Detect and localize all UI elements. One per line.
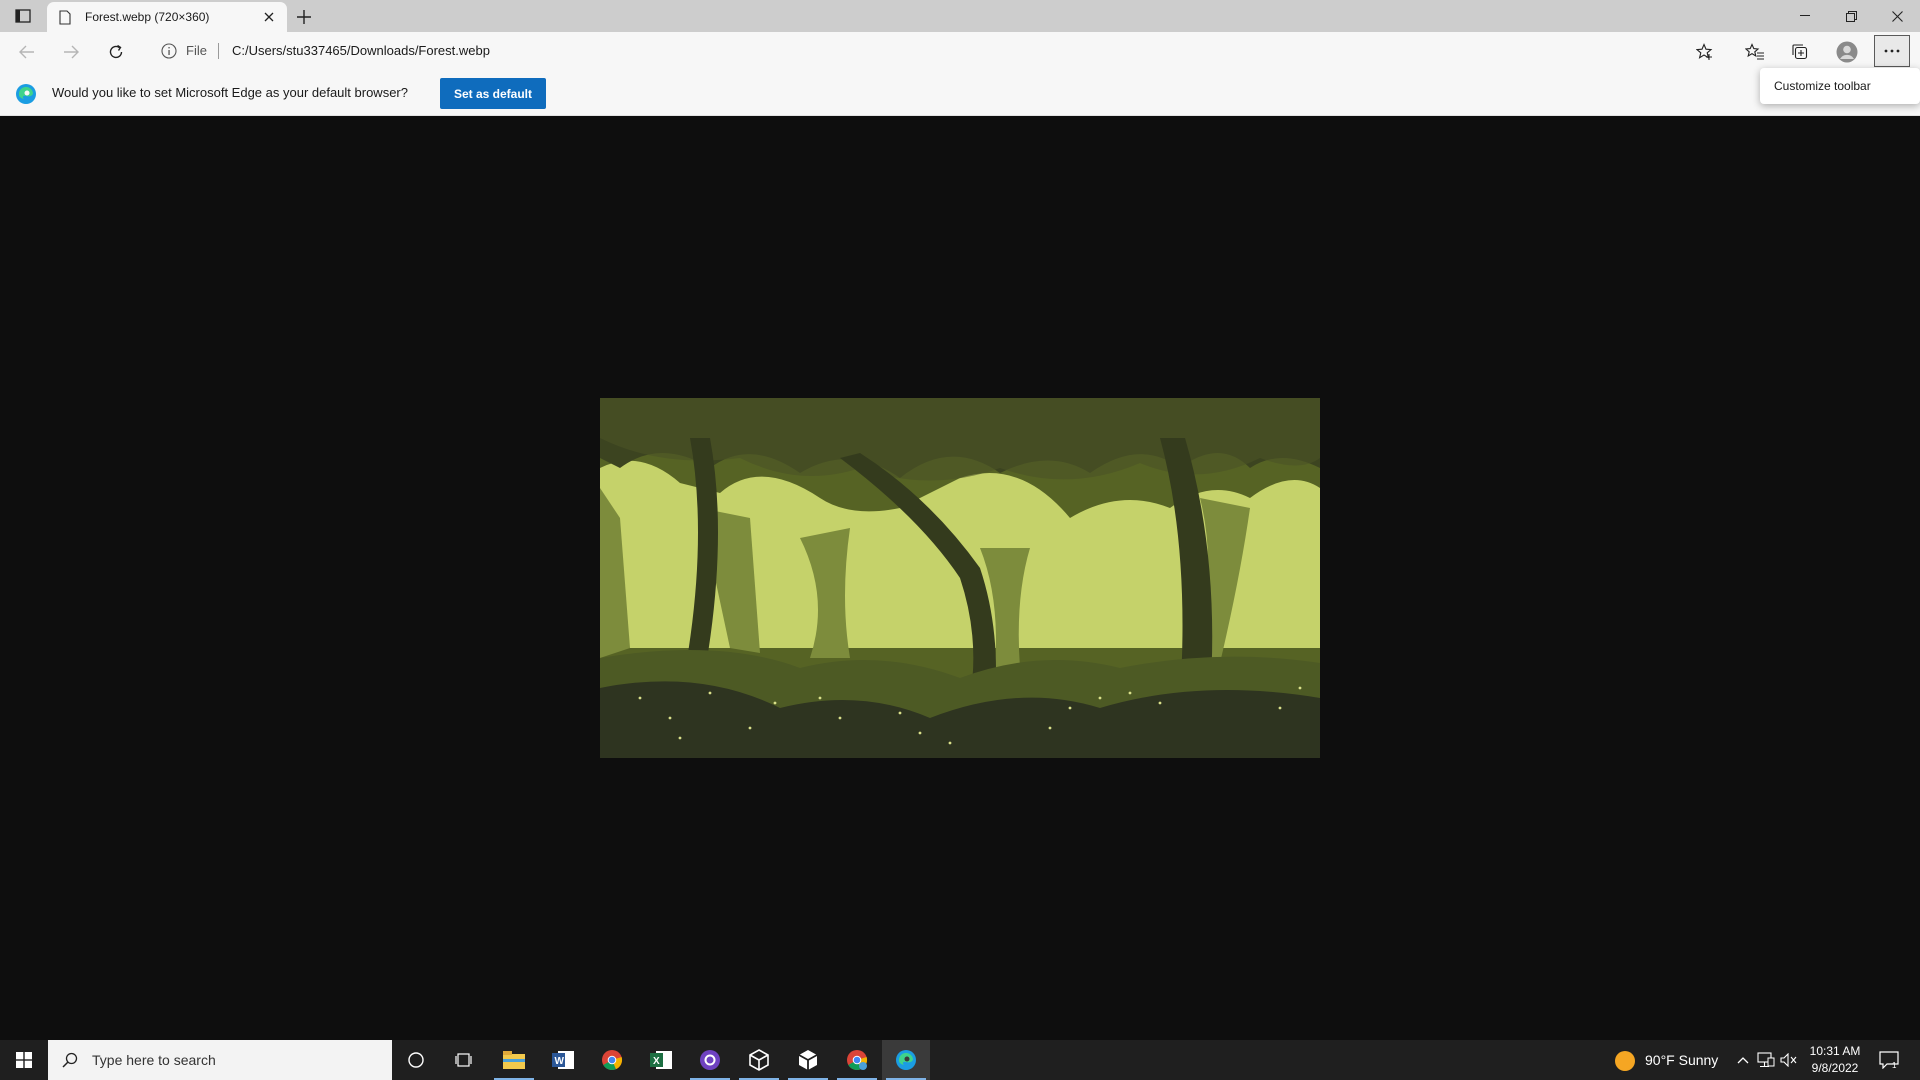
close-window-icon[interactable] [1874, 0, 1920, 32]
infobar-message: Would you like to set Microsoft Edge as … [52, 85, 408, 100]
task-view-icon[interactable] [440, 1040, 488, 1080]
notification-center-icon[interactable]: 1 [1876, 1048, 1902, 1072]
new-tab-icon[interactable] [292, 5, 316, 29]
weather-sun-icon[interactable] [1615, 1051, 1635, 1071]
file-icon [59, 8, 75, 26]
volume-muted-icon[interactable] [1780, 1050, 1798, 1070]
taskbar-clock[interactable]: 10:31 AM 9/8/2022 [1800, 1043, 1870, 1077]
unity-hub-icon[interactable] [784, 1040, 832, 1080]
show-hidden-icons-icon[interactable] [1734, 1050, 1752, 1070]
taskbar: Type here to search W X 90°F Sunny 10:31… [0, 1040, 1920, 1080]
minimize-icon[interactable] [1782, 0, 1828, 32]
address-separator [218, 43, 219, 59]
network-icon[interactable] [1757, 1050, 1775, 1070]
profile-avatar-icon[interactable] [1832, 37, 1862, 67]
svg-text:W: W [555, 1056, 565, 1067]
address-scheme-label[interactable]: File [186, 43, 207, 58]
favorites-icon[interactable] [1740, 37, 1770, 67]
search-icon [60, 1050, 80, 1070]
toolbar: File C:/Users/stu337465/Downloads/Forest… [0, 32, 1920, 70]
refresh-icon[interactable] [101, 37, 131, 67]
default-browser-infobar: Would you like to set Microsoft Edge as … [0, 70, 1920, 116]
search-placeholder: Type here to search [92, 1052, 216, 1068]
edge-taskbar-icon[interactable] [882, 1040, 930, 1080]
active-tab[interactable]: Forest.webp (720×360) [47, 2, 287, 32]
tab-title: Forest.webp (720×360) [85, 10, 210, 24]
clock-date: 9/8/2022 [1811, 1061, 1859, 1075]
tab-strip: Forest.webp (720×360) [0, 0, 1920, 32]
back-icon[interactable] [12, 37, 42, 67]
set-as-default-button[interactable]: Set as default [440, 78, 546, 109]
address-bar[interactable]: C:/Users/stu337465/Downloads/Forest.webp [232, 43, 490, 58]
close-tab-icon[interactable] [257, 5, 281, 29]
github-desktop-icon[interactable] [686, 1040, 734, 1080]
tab-actions-icon[interactable] [12, 6, 34, 26]
chrome-icon[interactable] [588, 1040, 636, 1080]
chrome-profile-icon[interactable] [833, 1040, 881, 1080]
windows-start-icon[interactable] [0, 1040, 48, 1080]
tooltip-text: Customize toolbar [1774, 79, 1871, 93]
unity-icon[interactable] [735, 1040, 783, 1080]
settings-and-more-icon[interactable] [1874, 35, 1910, 67]
word-icon[interactable]: W [539, 1040, 587, 1080]
cortana-icon[interactable] [392, 1040, 440, 1080]
customize-toolbar-tooltip: Customize toolbar [1760, 68, 1920, 104]
notification-count: 1 [1892, 1061, 1897, 1069]
collections-icon[interactable] [1785, 37, 1815, 67]
add-favorite-icon[interactable] [1690, 37, 1720, 67]
excel-icon[interactable]: X [637, 1040, 685, 1080]
info-icon[interactable] [160, 42, 178, 60]
edge-logo-icon [16, 84, 36, 104]
forest-image [600, 398, 1320, 758]
taskbar-search-box[interactable]: Type here to search [48, 1040, 392, 1080]
restore-icon[interactable] [1828, 0, 1874, 32]
forward-icon[interactable] [56, 37, 86, 67]
weather-text[interactable]: 90°F Sunny [1645, 1052, 1718, 1068]
svg-text:X: X [653, 1056, 660, 1067]
file-explorer-icon[interactable] [490, 1040, 538, 1080]
clock-time: 10:31 AM [1809, 1044, 1861, 1058]
